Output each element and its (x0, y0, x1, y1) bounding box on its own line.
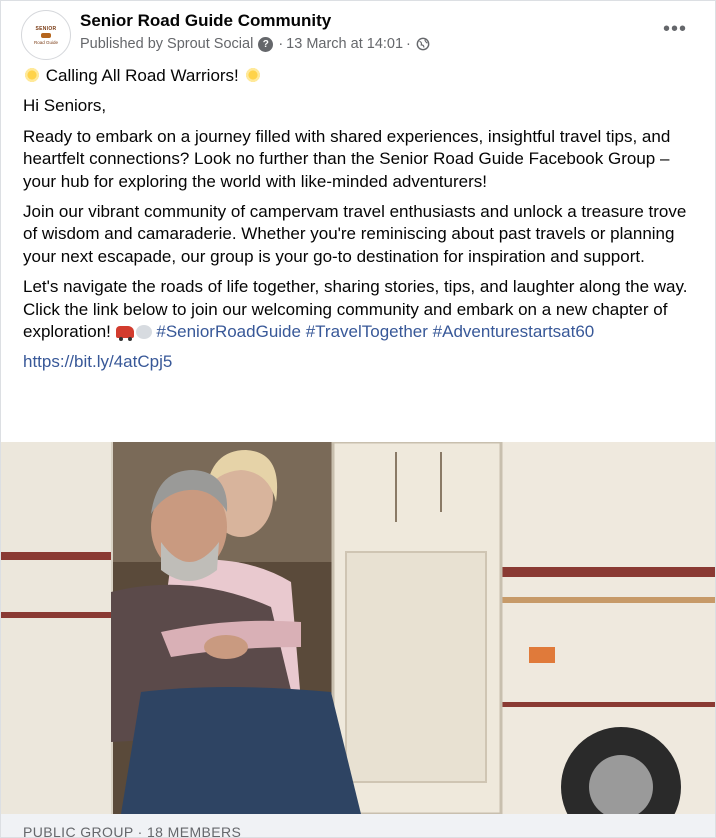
paragraph-1: Ready to embark on a journey filled with… (23, 126, 671, 191)
meta-separator: · (406, 36, 411, 52)
campervan-photo (1, 442, 715, 814)
dash-emoji-icon (135, 325, 152, 340)
link-preview-image[interactable] (1, 442, 715, 814)
more-options-button[interactable]: ••• (663, 18, 687, 41)
avatar-text-top: SENIOR (35, 25, 57, 32)
paragraph-3-block: Let's navigate the roads of life togethe… (23, 276, 699, 343)
link-preview-caption[interactable]: PUBLIC GROUP · 18 MEMBERS (1, 814, 715, 838)
headline-line: Calling All Road Warriors! (23, 65, 699, 87)
hashtag-adventure-starts[interactable]: #Adventurestartsat60 (433, 322, 595, 341)
question-icon[interactable]: ? (258, 36, 274, 52)
globe-icon[interactable] (416, 37, 430, 51)
post-body: Calling All Road Warriors! Hi Seniors, R… (23, 65, 699, 382)
post-meta: Published by Sprout Social ? · 13 March … (80, 36, 430, 52)
sun-emoji-icon (23, 66, 41, 84)
link-line: https://bit.ly/4atCpj5 (23, 351, 699, 373)
paragraph-2: Join our vibrant community of campervam … (23, 202, 687, 266)
page-avatar[interactable]: SENIOR Road Guide (21, 10, 71, 60)
headline: Calling All Road Warriors! (45, 66, 239, 85)
group-info: PUBLIC GROUP · 18 MEMBERS (23, 824, 242, 838)
greeting: Hi Seniors, (23, 96, 107, 116)
page-name[interactable]: Senior Road Guide Community (80, 11, 331, 31)
sun-emoji-icon (243, 66, 262, 84)
meta-separator: · (278, 36, 284, 52)
car-emoji-icon (115, 326, 134, 342)
hashtag-travel-together[interactable]: #TravelTogether (306, 322, 428, 341)
post-card: SENIOR Road Guide Senior Road Guide Comm… (0, 0, 716, 838)
avatar-text-bottom: Road Guide (33, 39, 59, 45)
post-link[interactable]: https://bit.ly/4atCpj5 (23, 352, 172, 371)
hashtag-senior-road-guide[interactable]: #SeniorRoadGuide (156, 322, 301, 341)
post-header: SENIOR Road Guide Senior Road Guide Comm… (1, 1, 715, 61)
published-by: Published by Sprout Social (80, 36, 254, 52)
avatar-car-icon (41, 32, 51, 38)
post-timestamp[interactable]: 13 March at 14:01 (286, 36, 403, 52)
